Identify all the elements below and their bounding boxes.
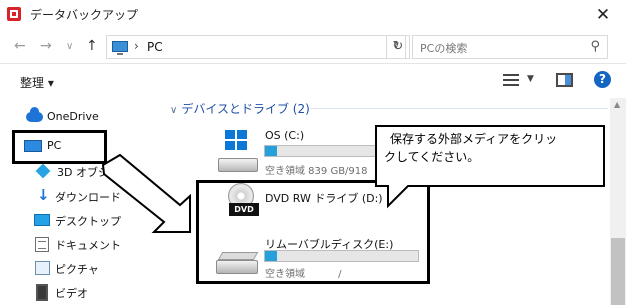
callout-line-2: クしてください。 bbox=[384, 150, 480, 164]
callout-text: 保存する外部メディアをクリッ クしてください。 bbox=[384, 130, 599, 166]
arrow-shape bbox=[101, 153, 191, 233]
callout-line-1: 保存する外部メディアをクリッ bbox=[390, 132, 558, 146]
